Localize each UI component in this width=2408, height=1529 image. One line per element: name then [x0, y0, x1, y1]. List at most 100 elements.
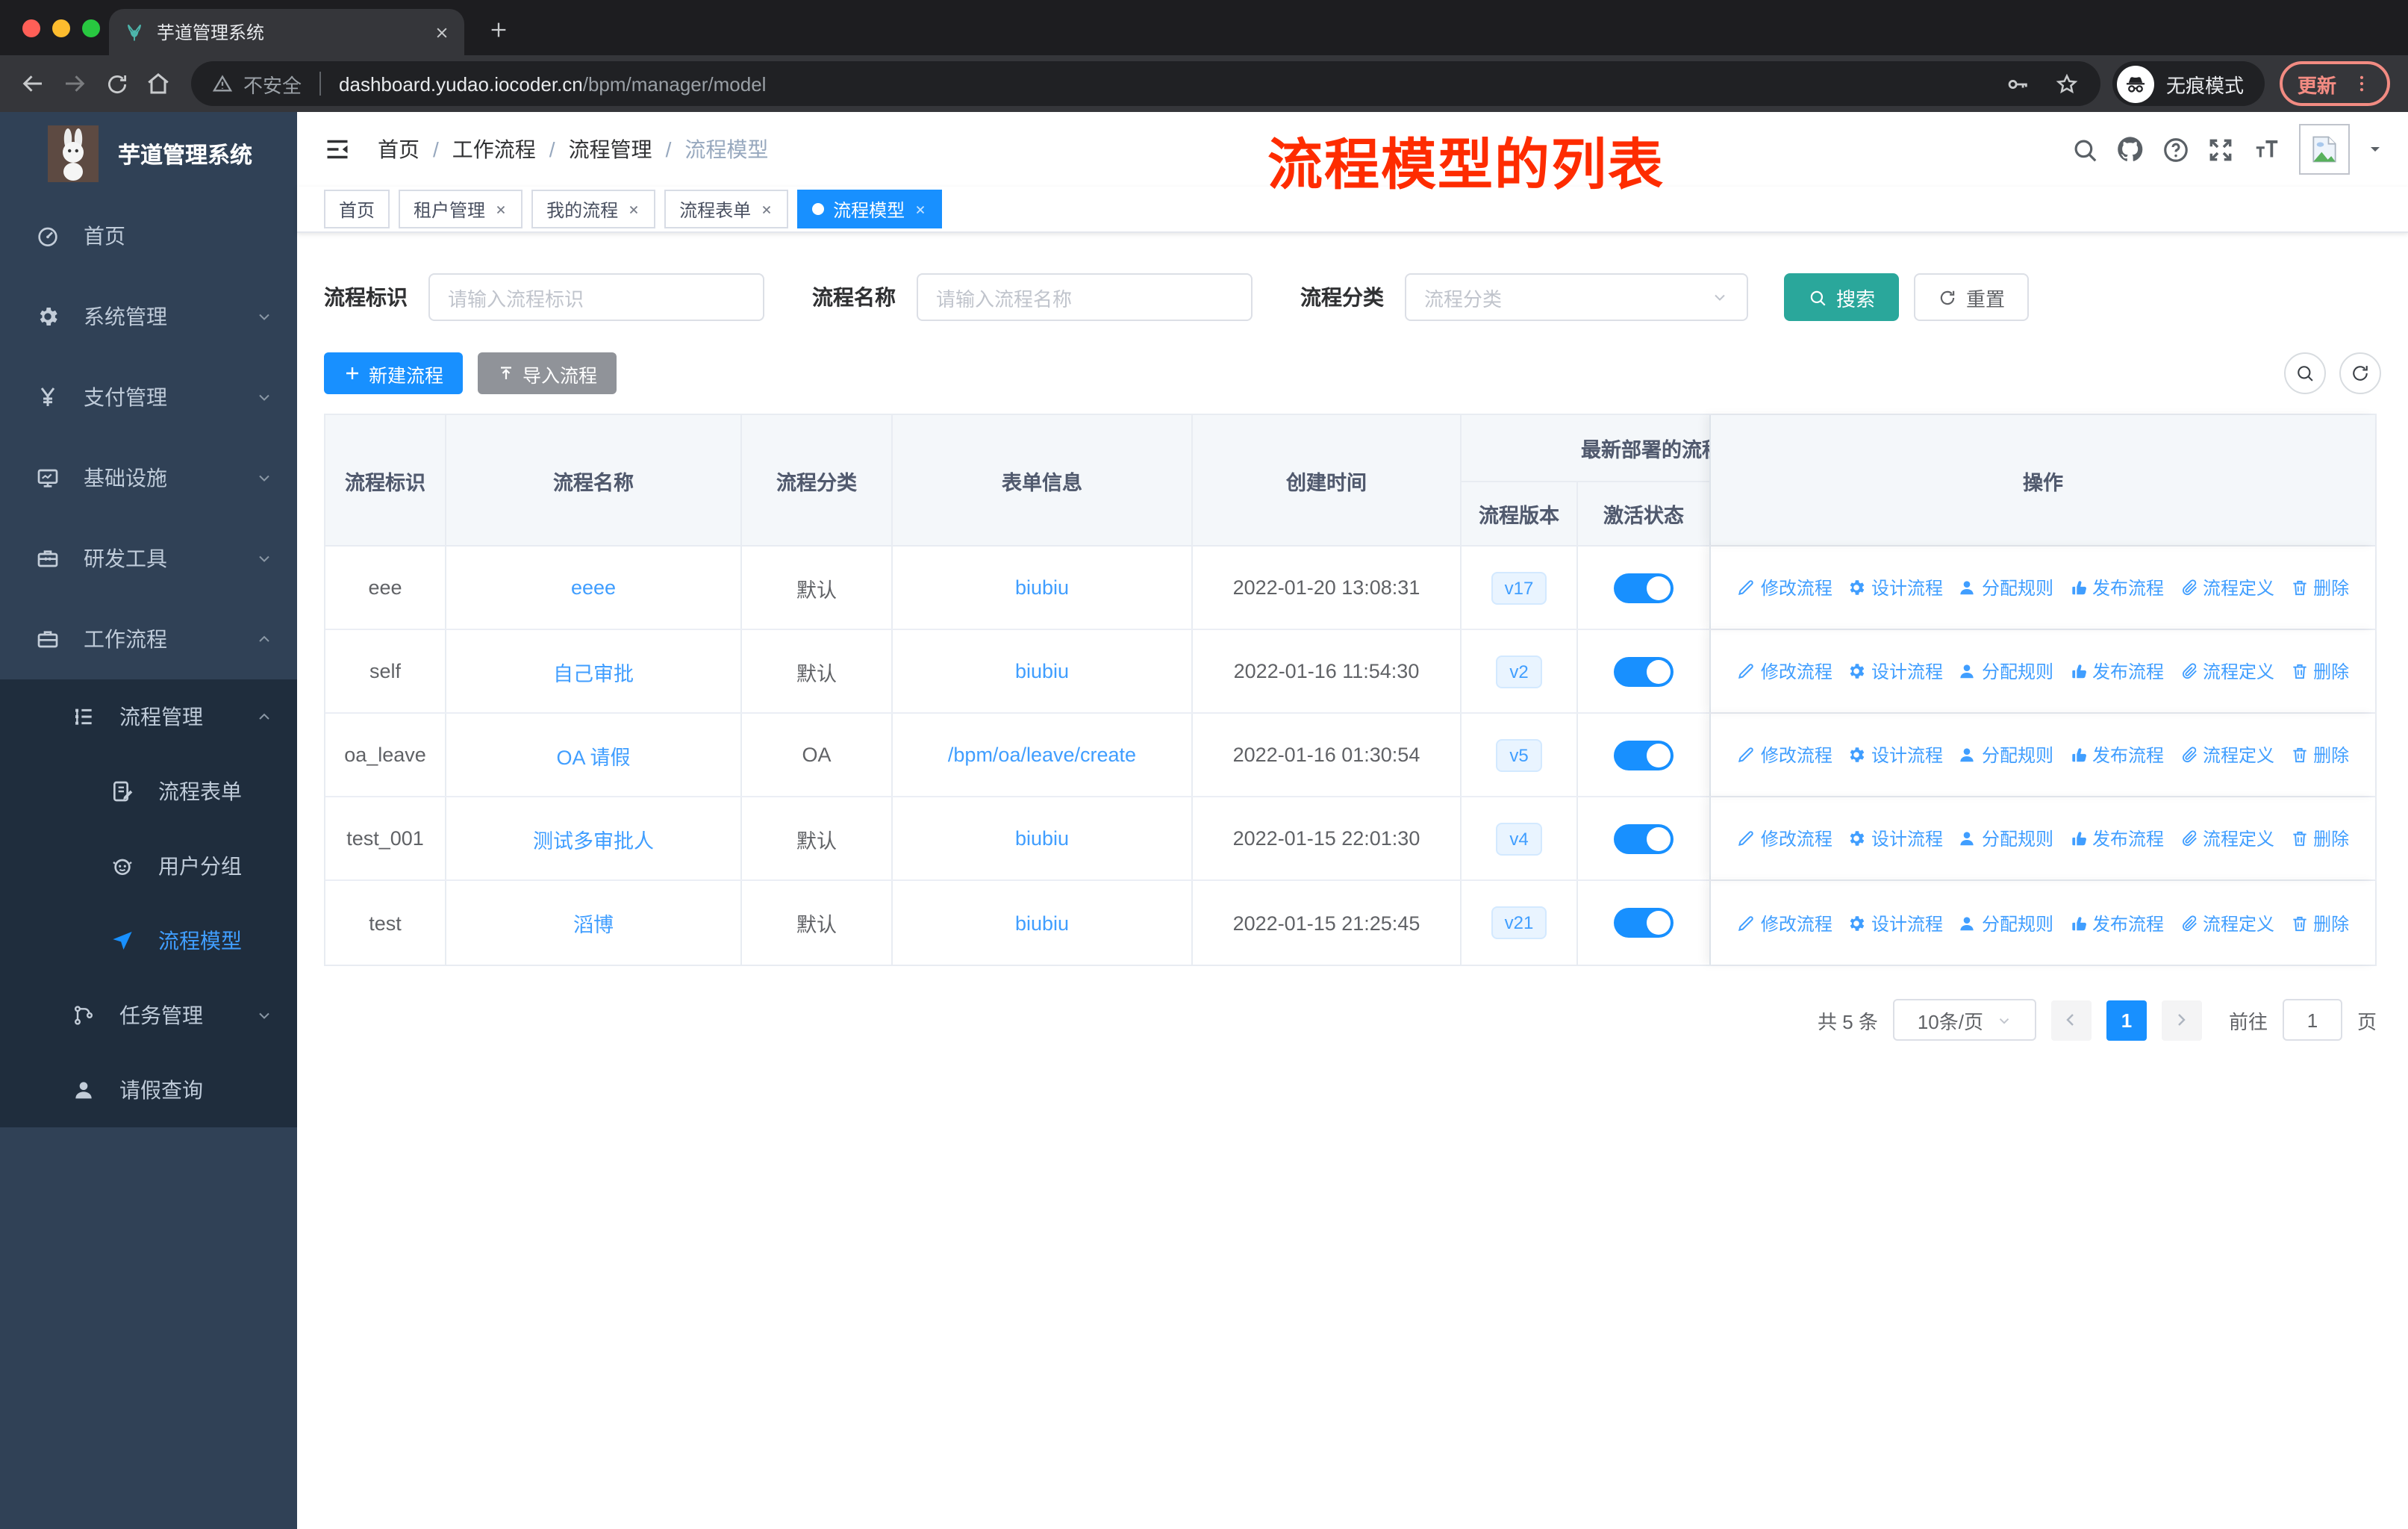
search-icon[interactable] [2071, 135, 2099, 164]
action-design[interactable]: 设计流程 [1847, 658, 1943, 684]
version-badge[interactable]: v17 [1491, 571, 1547, 604]
action-definition[interactable]: 流程定义 [2179, 826, 2274, 851]
back-icon[interactable] [12, 63, 54, 105]
reload-icon[interactable] [96, 63, 137, 105]
tab-close-icon[interactable] [434, 25, 449, 40]
action-delete[interactable]: 删除 [2289, 658, 2349, 684]
active-toggle[interactable] [1614, 656, 1674, 686]
sidebar-item-3[interactable]: 基础设施 [0, 437, 297, 518]
tag-1[interactable]: 租户管理 [399, 190, 523, 228]
action-design[interactable]: 设计流程 [1847, 742, 1943, 767]
process-name-link[interactable]: 测试多审批人 [533, 823, 654, 853]
current-page-button[interactable]: 1 [2106, 1000, 2147, 1040]
action-assign[interactable]: 分配规则 [1958, 658, 2053, 684]
tag-4[interactable]: 流程模型 [797, 190, 943, 228]
show-search-button[interactable] [2284, 352, 2326, 394]
action-definition[interactable]: 流程定义 [2179, 910, 2274, 935]
browser-tab[interactable]: 芋道管理系统 [109, 9, 464, 55]
sidebar-item-8[interactable]: 用户分组 [0, 829, 297, 903]
tag-0[interactable]: 首页 [324, 190, 390, 228]
action-publish[interactable]: 发布流程 [2068, 910, 2164, 935]
action-definition[interactable]: 流程定义 [2179, 575, 2274, 600]
active-toggle[interactable] [1614, 573, 1674, 602]
action-edit[interactable]: 修改流程 [1737, 742, 1832, 767]
sidebar-item-9[interactable]: 流程模型 [0, 903, 297, 978]
font-size-icon[interactable] [2251, 135, 2283, 164]
tag-close-icon[interactable] [914, 202, 927, 216]
form-info-link[interactable]: biubiu [1015, 827, 1069, 850]
avatar[interactable] [2299, 124, 2350, 175]
tag-close-icon[interactable] [494, 202, 508, 216]
action-design[interactable]: 设计流程 [1847, 910, 1943, 935]
action-edit[interactable]: 修改流程 [1737, 910, 1832, 935]
action-assign[interactable]: 分配规则 [1958, 742, 2053, 767]
sidebar-item-0[interactable]: 首页 [0, 196, 297, 276]
process-name-link[interactable]: 自己审批 [553, 656, 634, 686]
action-publish[interactable]: 发布流程 [2068, 575, 2164, 600]
page-size-select[interactable]: 10条/页 [1892, 999, 2036, 1041]
prev-page-button[interactable] [2050, 1000, 2092, 1040]
sidebar-item-10[interactable]: 任务管理 [0, 978, 297, 1053]
process-category-select[interactable]: 流程分类 [1405, 273, 1748, 321]
update-button[interactable]: 更新 [2279, 61, 2390, 106]
action-delete[interactable]: 删除 [2289, 742, 2349, 767]
action-publish[interactable]: 发布流程 [2068, 742, 2164, 767]
process-name-input[interactable]: 请输入流程名称 [917, 273, 1253, 321]
key-icon[interactable] [2005, 71, 2030, 96]
sidebar-item-11[interactable]: 请假查询 [0, 1053, 297, 1127]
sidebar-fold-icon[interactable] [324, 136, 351, 163]
version-badge[interactable]: v5 [1496, 738, 1542, 771]
process-key-input[interactable]: 请输入流程标识 [428, 273, 764, 321]
form-info-link[interactable]: biubiu [1015, 912, 1069, 934]
breadcrumb-item[interactable]: 首页 [378, 134, 419, 164]
search-button[interactable]: 搜索 [1784, 273, 1900, 321]
help-icon[interactable] [2162, 135, 2190, 164]
import-process-button[interactable]: 导入流程 [478, 352, 617, 394]
action-definition[interactable]: 流程定义 [2179, 742, 2274, 767]
action-assign[interactable]: 分配规则 [1958, 826, 2053, 851]
home-icon[interactable] [137, 63, 179, 105]
action-design[interactable]: 设计流程 [1847, 575, 1943, 600]
tag-close-icon[interactable] [760, 202, 773, 216]
breadcrumb-item[interactable]: 工作流程 [452, 134, 536, 164]
action-edit[interactable]: 修改流程 [1737, 658, 1832, 684]
process-name-link[interactable]: eeee [571, 576, 616, 599]
goto-page-input[interactable]: 1 [2282, 999, 2342, 1041]
action-edit[interactable]: 修改流程 [1737, 826, 1832, 851]
form-info-link[interactable]: /bpm/oa/leave/create [948, 744, 1136, 766]
action-assign[interactable]: 分配规则 [1958, 575, 2053, 600]
action-delete[interactable]: 删除 [2289, 575, 2349, 600]
github-icon[interactable] [2115, 134, 2145, 164]
form-info-link[interactable]: biubiu [1015, 660, 1069, 682]
form-info-link[interactable]: biubiu [1015, 576, 1069, 599]
action-publish[interactable]: 发布流程 [2068, 826, 2164, 851]
bookmark-star-icon[interactable] [2054, 71, 2080, 96]
sidebar-item-5[interactable]: 工作流程 [0, 599, 297, 679]
tag-3[interactable]: 流程表单 [664, 190, 789, 228]
sidebar-item-2[interactable]: 支付管理 [0, 357, 297, 437]
action-edit[interactable]: 修改流程 [1737, 575, 1832, 600]
action-design[interactable]: 设计流程 [1847, 826, 1943, 851]
action-definition[interactable]: 流程定义 [2179, 658, 2274, 684]
minimize-window-button[interactable] [52, 19, 70, 37]
create-process-button[interactable]: 新建流程 [324, 352, 464, 394]
sidebar-item-7[interactable]: 流程表单 [0, 754, 297, 829]
next-page-button[interactable] [2161, 1000, 2202, 1040]
action-delete[interactable]: 删除 [2289, 826, 2349, 851]
sidebar-item-1[interactable]: 系统管理 [0, 276, 297, 357]
action-publish[interactable]: 发布流程 [2068, 658, 2164, 684]
forward-icon[interactable] [54, 63, 96, 105]
sidebar-item-4[interactable]: 研发工具 [0, 518, 297, 599]
close-window-button[interactable] [22, 19, 40, 37]
new-tab-button[interactable] [479, 10, 518, 49]
active-toggle[interactable] [1614, 908, 1674, 938]
menu-dots-icon[interactable] [2351, 73, 2372, 94]
url-bar[interactable]: 不安全 dashboard.yudao.iocoder.cn /bpm/mana… [191, 61, 2100, 106]
breadcrumb-item[interactable]: 流程管理 [569, 134, 652, 164]
version-badge[interactable]: v4 [1496, 822, 1542, 855]
active-toggle[interactable] [1614, 740, 1674, 770]
process-name-link[interactable]: 滔博 [573, 908, 614, 938]
security-label[interactable]: 不安全 [243, 69, 302, 98]
process-name-link[interactable]: OA 请假 [556, 740, 630, 770]
reset-button[interactable]: 重置 [1914, 273, 2030, 321]
